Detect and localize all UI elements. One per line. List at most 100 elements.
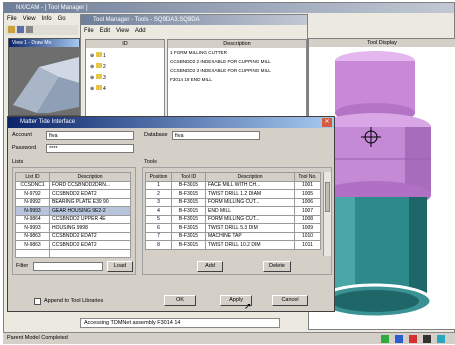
table-row[interactable] [15, 248, 131, 258]
table-row[interactable]: 7 B-F3015 MACHINE TAP 1010 [145, 231, 321, 241]
save-icon[interactable] [17, 26, 24, 33]
filter-label: Filter [16, 263, 29, 269]
delete-button[interactable]: Delete [263, 261, 291, 272]
cell: B-F3015 [171, 240, 206, 250]
tm-menu-view[interactable]: View [116, 28, 129, 34]
tool-display-header: Tool Display [309, 39, 455, 47]
left-view-panel: View 1 - Draw Mo [8, 38, 81, 116]
tree-item[interactable]: ⊕ 4 [90, 85, 106, 92]
tree-item-label: 1 [102, 53, 106, 59]
cell [49, 248, 131, 258]
tool-tree-header-label: ID [122, 41, 128, 47]
cell: N-9863 [15, 240, 50, 250]
open-icon[interactable] [8, 26, 15, 33]
description-row[interactable]: F3014 19 END MILL [170, 77, 304, 82]
description-row[interactable]: CCSBNDD2 3 INDEXABLE FOR CUPPING MILL [170, 68, 304, 73]
cell: B-F3015 [171, 206, 206, 216]
tree-item[interactable]: ⊕ 3 [90, 74, 106, 81]
green-status-icon[interactable] [381, 335, 389, 343]
close-icon[interactable]: ✕ [322, 118, 332, 127]
add-button[interactable]: Add [197, 261, 223, 272]
table-row[interactable]: CCSDNC1 FORD CCSBNDD2DRN... [15, 180, 131, 190]
cell: N-9993 [15, 206, 50, 216]
cell: TWIST DRILL 5.3 DIM [205, 223, 295, 233]
tools-scrollbar[interactable] [323, 172, 331, 256]
ok-button[interactable]: OK [164, 295, 196, 306]
table-row[interactable]: 4 B-F3015 END MILL 1007 [145, 206, 321, 216]
red-status-icon[interactable] [409, 335, 417, 343]
cell: B-F3015 [171, 197, 206, 207]
table-row[interactable]: N-9792 CCSBNDD2 EDAT2 [15, 189, 131, 199]
table-row[interactable]: N-9993 HOUSING 9998 [15, 223, 131, 233]
left-view-canvas[interactable] [9, 47, 81, 115]
cell: GEAR HOUSING 9E2-2 [49, 206, 131, 216]
menu-go[interactable]: Go [58, 16, 66, 22]
cell: CCSBNDD2 EDAT2 [49, 240, 131, 250]
tm-menu-edit[interactable]: Edit [100, 28, 110, 34]
main-menubar: File View Info Go [7, 15, 79, 23]
tools-col-desc[interactable]: Description [205, 172, 295, 182]
tm-menu-add[interactable]: Add [135, 28, 146, 34]
table-row[interactable]: 2 B-F3015 TWIST DRILL 1.2 DIAM 1005 [145, 189, 321, 199]
lists-label: Lists [12, 159, 24, 165]
tm-menu-file[interactable]: File [84, 28, 94, 34]
cell: N-9864 [15, 214, 50, 224]
scrollbar-thumb[interactable] [325, 182, 330, 212]
tool-display-title: Tool Display [367, 40, 397, 46]
description-row[interactable]: 1 FORM MILLING CUTTER [170, 50, 304, 55]
tool-tree: ID ⊕ 1 ⊕ 2 ⊕ 3 ⊕ 4 [85, 39, 165, 117]
folder-icon [95, 74, 102, 79]
table-row[interactable]: 5 B-F3015 FORM MILLING CUT... 1008 [145, 214, 321, 224]
account-field[interactable]: fiva [46, 131, 134, 140]
table-row[interactable]: 8 B-F3015 TWIST DRILL 10.2 DIM 1011 [145, 240, 321, 250]
cell: 1006 [294, 197, 321, 207]
cell: 5 [145, 214, 172, 224]
blue-status-icon[interactable] [395, 335, 403, 343]
cell: N-9792 [15, 189, 50, 199]
database-field[interactable]: fiva [172, 131, 260, 140]
cancel-button[interactable]: Cancel [272, 295, 308, 306]
lists-col-desc[interactable]: Description [49, 172, 131, 182]
cell: 3 [145, 197, 172, 207]
left-view-title: View 1 - Draw Mo [12, 40, 52, 46]
table-row[interactable]: 6 B-F3015 TWIST DRILL 5.3 DIM 1009 [145, 223, 321, 233]
cell: B-F3015 [171, 214, 206, 224]
tools-col-position[interactable]: Position [145, 172, 172, 182]
dialog-titlebar: Matter Tide Interface [8, 117, 334, 128]
load-button[interactable]: Load [107, 261, 133, 272]
menu-view[interactable]: View [23, 16, 36, 22]
print-icon[interactable] [26, 26, 33, 33]
cell: HOUSING 9998 [49, 223, 131, 233]
table-row-selected[interactable]: N-9993 GEAR HOUSING 9E2-2 [15, 206, 131, 216]
table-row[interactable]: N-9992 BEARING PLATE E39 90 [15, 197, 131, 207]
table-row[interactable]: 3 B-F3015 FORM MILLING CUT... 1006 [145, 197, 321, 207]
table-row[interactable]: N-9863 CCSBNDD2 EDAT2 [15, 231, 131, 241]
password-field[interactable]: **** [46, 144, 134, 153]
bottom-status-bar: Parent Model Completed [3, 332, 455, 344]
tree-item[interactable]: ⊕ 2 [90, 63, 106, 70]
filter-field[interactable] [33, 262, 103, 271]
lists-col-id[interactable]: List ID [15, 172, 50, 182]
table-row[interactable]: 1 B-F3015 FACE MILL WITH CH... 1001 [145, 180, 321, 190]
cell: TWIST DRILL 1.2 DIAM [205, 189, 295, 199]
append-checkbox[interactable] [34, 298, 41, 305]
tools-col-toolno[interactable]: Tool No. [294, 172, 321, 182]
cell: FORM MILLING CUT... [205, 197, 295, 207]
folder-icon [95, 63, 102, 68]
tools-col-toolid[interactable]: Tool ID [171, 172, 206, 182]
main-window-titlebar: NX/CAM - [ Tool Manager ] [4, 3, 454, 13]
table-row[interactable]: N-9864 CCSBNDD2 UPPER 4E [15, 214, 131, 224]
folder-icon [95, 52, 102, 57]
description-row[interactable]: CCSBNDD2 2 INDEXABLE FOR CUPPING MILL [170, 59, 304, 64]
menu-file[interactable]: File [7, 16, 17, 22]
table-row[interactable]: N-9863 CCSBNDD2 EDAT2 [15, 240, 131, 250]
tree-item[interactable]: ⊕ 1 [90, 52, 106, 59]
cyan-status-icon[interactable] [437, 335, 445, 343]
description-header-label: Description [223, 41, 251, 47]
tool-tree-header: ID [86, 40, 164, 48]
cell: 6 [145, 223, 172, 233]
menu-info[interactable]: Info [42, 16, 52, 22]
tree-item-label: 2 [102, 64, 106, 70]
stop-icon[interactable] [423, 335, 431, 343]
description-list: Description 1 FORM MILLING CUTTER CCSBND… [167, 39, 307, 117]
